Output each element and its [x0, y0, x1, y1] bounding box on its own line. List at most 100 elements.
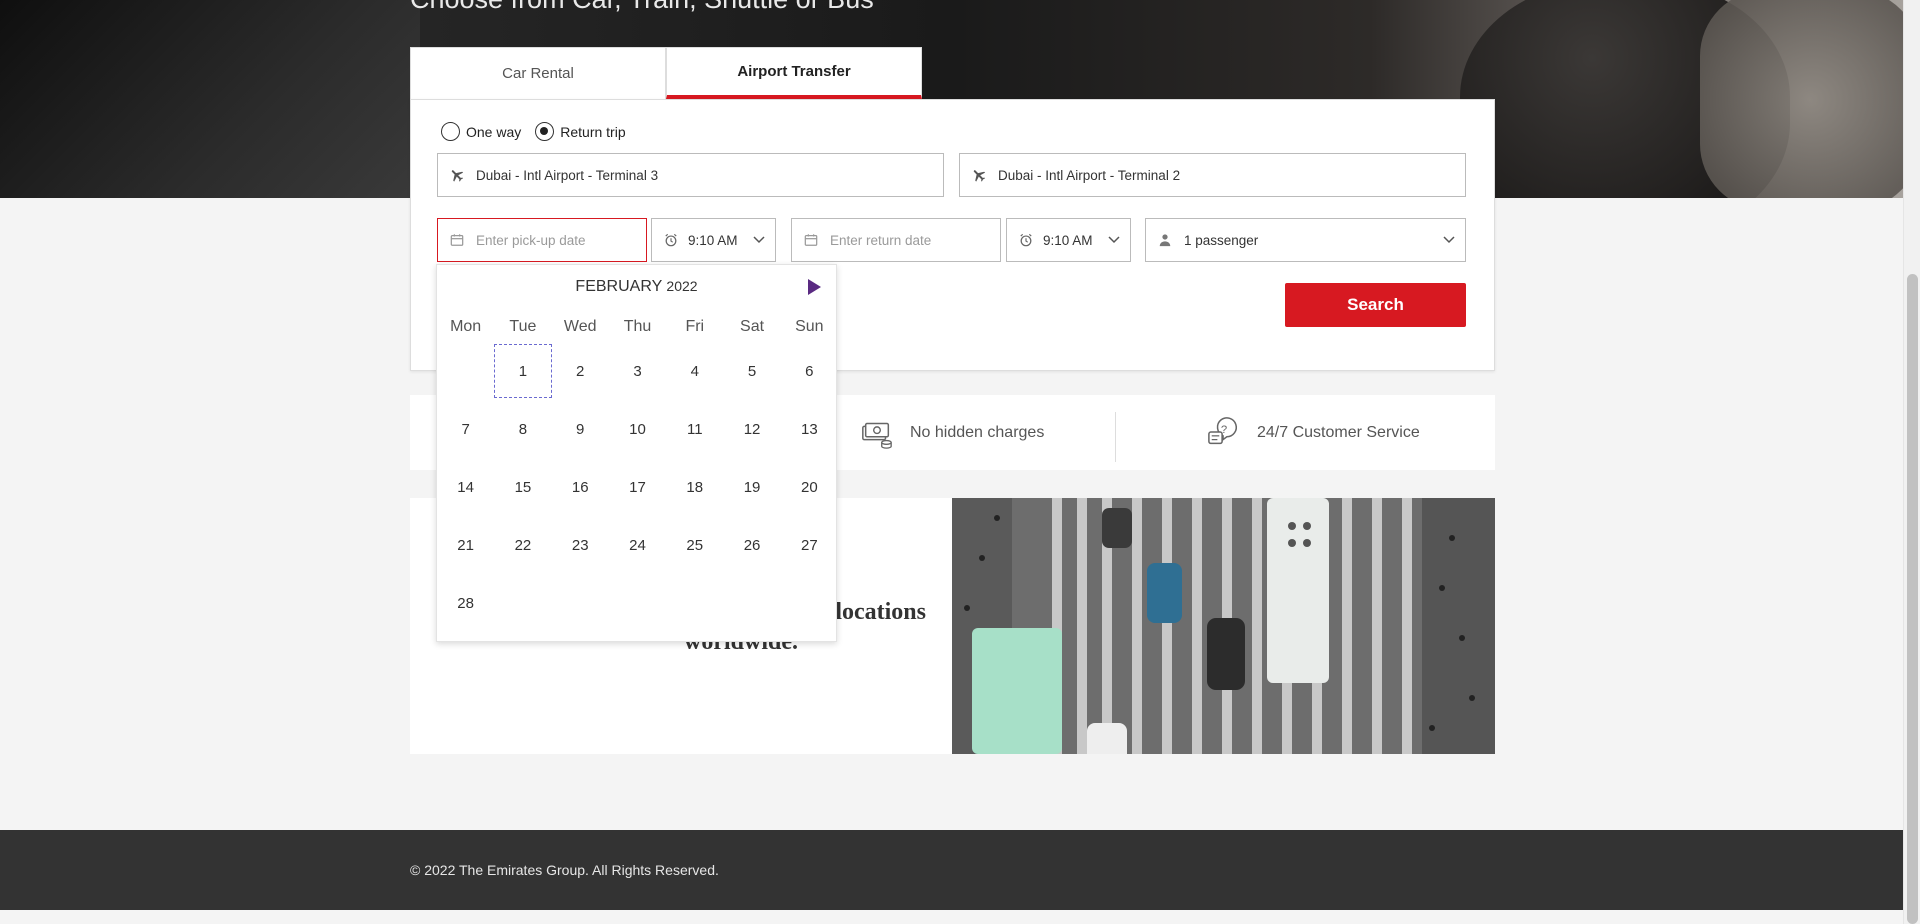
one-way-radio[interactable]: One way	[441, 122, 521, 141]
calendar-grid: Mon Tue Wed Thu Fri Sat Sun 1 2 3 4 5 6 …	[437, 312, 838, 632]
feature-label: No hidden charges	[910, 423, 1045, 441]
calendar-day[interactable]: 25	[666, 516, 723, 574]
passengers-select[interactable]: 1 passenger	[1145, 218, 1466, 262]
calendar-day[interactable]: 26	[723, 516, 780, 574]
radio-circle-checked[interactable]	[535, 122, 555, 141]
calendar-day-empty	[781, 574, 838, 632]
feature-label: 24/7 Customer Service	[1257, 423, 1420, 441]
calendar-week-row: 1 2 3 4 5 6	[437, 342, 838, 400]
pickup-date-input[interactable]: Enter pick-up date	[437, 218, 647, 262]
pickup-date-placeholder: Enter pick-up date	[476, 232, 586, 248]
calendar-day[interactable]: 6	[781, 342, 838, 400]
calendar-day[interactable]: 9	[552, 400, 609, 458]
from-location-value: Dubai - Intl Airport - Terminal 3	[476, 167, 659, 183]
calendar-day-empty	[552, 574, 609, 632]
return-trip-radio[interactable]: Return trip	[535, 122, 626, 141]
tab-airport-transfer[interactable]: Airport Transfer	[666, 47, 922, 99]
chevron-down-icon	[1108, 236, 1120, 244]
calendar-day[interactable]: 7	[437, 400, 494, 458]
money-icon	[862, 422, 892, 449]
next-month-arrow-icon[interactable]	[806, 278, 822, 296]
scrollbar[interactable]	[1903, 0, 1920, 924]
alarm-clock-icon	[662, 231, 680, 249]
pickup-time-value: 9:10 AM	[688, 232, 738, 248]
calendar-week-row: 14 15 16 17 18 19 20	[437, 458, 838, 516]
pickup-time-select[interactable]: 9:10 AM	[651, 218, 776, 262]
page-footer: © 2022 The Emirates Group. All Rights Re…	[0, 830, 1903, 910]
calendar-day[interactable]: 23	[552, 516, 609, 574]
calendar-day[interactable]: 8	[494, 400, 551, 458]
calendar-day[interactable]: 22	[494, 516, 551, 574]
from-location-field[interactable]: Dubai - Intl Airport - Terminal 3	[437, 153, 944, 197]
calendar-day[interactable]: 20	[781, 458, 838, 516]
calendar-day[interactable]: 15	[494, 458, 551, 516]
return-date-placeholder: Enter return date	[830, 232, 932, 248]
to-location-field[interactable]: Dubai - Intl Airport - Terminal 2	[959, 153, 1466, 197]
trip-type-group: One way Return trip	[441, 122, 632, 141]
weekday-header-row: Mon Tue Wed Thu Fri Sat Sun	[437, 312, 838, 342]
calendar-year: 2022	[666, 278, 698, 294]
return-date-input[interactable]: Enter return date	[791, 218, 1001, 262]
chevron-down-icon	[753, 236, 765, 244]
calendar-day[interactable]: 4	[666, 342, 723, 400]
calendar-day[interactable]: 3	[609, 342, 666, 400]
return-time-select[interactable]: 9:10 AM	[1006, 218, 1131, 262]
calendar-week-row: 21 22 23 24 25 26 27	[437, 516, 838, 574]
scrollbar-thumb[interactable]	[1907, 274, 1918, 924]
calendar-day[interactable]: 10	[609, 400, 666, 458]
calendar-day[interactable]: 17	[609, 458, 666, 516]
hero-shape	[1700, 0, 1903, 198]
calendar-day[interactable]: 27	[781, 516, 838, 574]
person-icon	[1156, 231, 1174, 249]
weekday-label: Fri	[685, 318, 705, 335]
weekday-label: Tue	[509, 318, 537, 335]
calendar-month: FEBRUARY	[575, 278, 662, 295]
booking-tabs: Car Rental Airport Transfer	[410, 47, 922, 99]
plane-icon	[970, 166, 988, 184]
weekday-label: Thu	[623, 318, 652, 335]
return-time-value: 9:10 AM	[1043, 232, 1093, 248]
calendar-day[interactable]: 13	[781, 400, 838, 458]
calendar-day-number[interactable]: 1	[494, 344, 552, 398]
calendar-month-title: FEBRUARY 2022	[437, 278, 836, 296]
calendar-week-row: 28	[437, 574, 838, 632]
calendar-day[interactable]: 18	[666, 458, 723, 516]
calendar-week-row: 7 8 9 10 11 12 13	[437, 400, 838, 458]
feature-customer-service: ? 24/7 Customer Service	[1207, 395, 1420, 470]
calendar-day[interactable]: 19	[723, 458, 780, 516]
calendar-day[interactable]: 24	[609, 516, 666, 574]
divider	[1115, 412, 1116, 462]
traffic-illustration	[952, 498, 1495, 754]
weekday-label: Wed	[563, 318, 597, 335]
weekday-label: Sun	[795, 318, 824, 335]
calendar-day-empty	[666, 574, 723, 632]
hero-title: Choose from Car, Train, Shuttle or Bus	[410, 0, 874, 15]
one-way-label: One way	[466, 123, 522, 140]
search-button[interactable]: Search	[1285, 283, 1466, 327]
calendar-day-empty	[437, 342, 494, 400]
calendar-day[interactable]: 16	[552, 458, 609, 516]
calendar-day[interactable]: 1	[494, 342, 552, 400]
calendar-day-empty	[609, 574, 666, 632]
feature-no-hidden-charges: No hidden charges	[860, 395, 1044, 470]
calendar-day[interactable]: 28	[437, 574, 494, 632]
customer-service-icon: ?	[1208, 416, 1238, 444]
calendar-day[interactable]: 5	[723, 342, 780, 400]
calendar-day[interactable]: 2	[552, 342, 609, 400]
calendar-icon	[802, 231, 820, 249]
calendar-day[interactable]: 11	[666, 400, 723, 458]
traffic-aerial-image	[952, 498, 1495, 754]
passengers-value: 1 passenger	[1184, 232, 1259, 248]
calendar-icon	[448, 231, 466, 249]
return-trip-label: Return trip	[560, 123, 626, 140]
alarm-clock-icon	[1017, 231, 1035, 249]
radio-circle[interactable]	[441, 122, 460, 141]
calendar-day[interactable]: 12	[723, 400, 780, 458]
chevron-down-icon	[1443, 236, 1455, 244]
tab-car-rental[interactable]: Car Rental	[410, 47, 666, 99]
calendar-day-empty	[494, 574, 551, 632]
calendar-day[interactable]: 21	[437, 516, 494, 574]
weekday-label: Mon	[450, 318, 482, 335]
weekday-label: Sat	[740, 318, 765, 335]
calendar-day[interactable]: 14	[437, 458, 494, 516]
